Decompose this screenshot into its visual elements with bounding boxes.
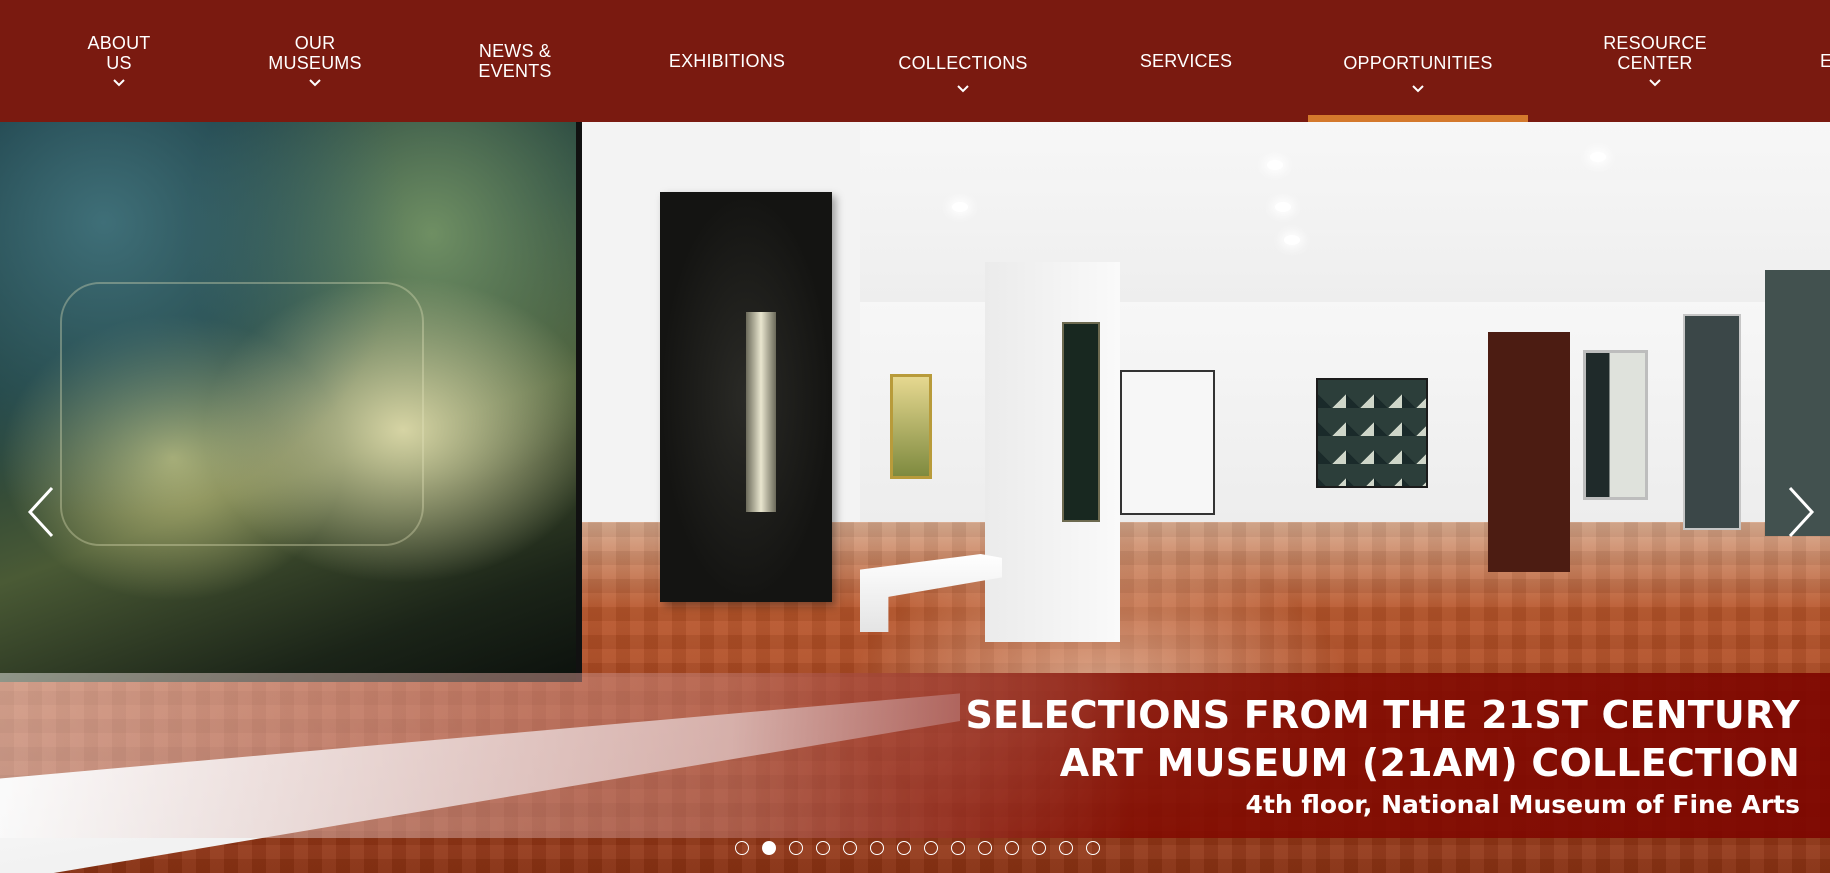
slider-dot[interactable]: [924, 841, 938, 855]
slider-dot[interactable]: [1032, 841, 1046, 855]
slider-dot[interactable]: [897, 841, 911, 855]
chevron-left-icon: [22, 482, 62, 542]
nav-item-our-museums[interactable]: OUR MUSEUMS: [252, 0, 378, 122]
nav-label-our-museums: OUR MUSEUMS: [268, 33, 362, 73]
nav-label-services: SERVICES: [1139, 51, 1233, 71]
slider-dot[interactable]: [816, 841, 830, 855]
nav-label-resource-center: RESOURCE CENTER: [1603, 33, 1707, 73]
artwork-right-1: [1583, 350, 1648, 500]
slide-caption-subtitle: 4th floor, National Museum of Fine Arts: [1245, 790, 1800, 819]
nav-item-exhibitions[interactable]: EXHIBITIONS: [660, 0, 794, 122]
nav-item-collections[interactable]: COLLECTIONS: [892, 0, 1034, 122]
chevron-down-icon: [307, 77, 323, 89]
slider-dot[interactable]: [789, 841, 803, 855]
ceiling-light: [1275, 202, 1291, 212]
nav-item-resource-center[interactable]: RESOURCE CENTER: [1600, 0, 1710, 122]
nav-label-news-events: NEWS & EVENTS: [478, 41, 552, 81]
nav-item-news-events[interactable]: NEWS & EVENTS: [465, 0, 565, 122]
slider-pagination: [735, 841, 1100, 857]
slider-dot[interactable]: [951, 841, 965, 855]
slide-caption: SELECTIONS FROM THE 21ST CENTURY ART MUS…: [0, 673, 1830, 838]
slider-dot[interactable]: [1005, 841, 1019, 855]
nav-item-about-us[interactable]: ABOUT US: [60, 0, 178, 122]
artwork-small-gold: [890, 374, 932, 479]
chevron-down-icon: [955, 83, 971, 95]
nav-label-exhibitions: EXHIBITIONS: [668, 51, 786, 71]
gallery-wooden-door: [1488, 332, 1570, 572]
chevron-down-icon: [1410, 83, 1426, 95]
slider-dot[interactable]: [1086, 841, 1100, 855]
slider-dot[interactable]: [978, 841, 992, 855]
ceiling-light: [1267, 160, 1283, 170]
slider-dot[interactable]: [843, 841, 857, 855]
slider-dot[interactable]: [735, 841, 749, 855]
hero-slider: SELECTIONS FROM THE 21ST CENTURY ART MUS…: [0, 122, 1830, 873]
chevron-down-icon: [111, 77, 127, 89]
nav-item-services[interactable]: SERVICES: [1134, 0, 1238, 122]
slide-caption-title-line1: SELECTIONS FROM THE 21ST CENTURY: [965, 693, 1800, 737]
chevron-down-icon: [1647, 77, 1663, 89]
slider-dot[interactable]: [1059, 841, 1073, 855]
ceiling-light: [1284, 235, 1300, 245]
artwork-large-abstract: [0, 122, 582, 682]
nav-label-opportunities: OPPORTUNITIES: [1343, 53, 1493, 73]
ceiling-light: [952, 202, 968, 212]
main-navigation: ABOUT US OUR MUSEUMS NEWS & EVENTS EXHIB…: [0, 0, 1830, 122]
slider-next-button[interactable]: [1780, 482, 1820, 542]
artwork-cubist: [1316, 378, 1428, 488]
slide-caption-title-line2: ART MUSEUM (21AM) COLLECTION: [1059, 741, 1800, 785]
artwork-pillar: [1062, 322, 1100, 522]
artwork-dark-oval: [660, 192, 832, 602]
active-nav-indicator: [1308, 115, 1528, 122]
gallery-doorway: [1120, 370, 1215, 515]
slider-dot[interactable]: [870, 841, 884, 855]
slider-prev-button[interactable]: [22, 482, 62, 542]
nav-label-about-us: ABOUT US: [87, 33, 151, 73]
chevron-right-icon: [1780, 482, 1820, 542]
nav-item-opportunities[interactable]: OPPORTUNITIES: [1308, 0, 1528, 122]
slider-dot[interactable]: [762, 841, 776, 855]
artwork-right-2: [1683, 314, 1741, 530]
nav-label-truncated: E: [1820, 51, 1830, 71]
nav-item-truncated[interactable]: E: [1820, 0, 1830, 122]
nav-label-collections: COLLECTIONS: [898, 53, 1028, 73]
ceiling-light: [1590, 152, 1606, 162]
